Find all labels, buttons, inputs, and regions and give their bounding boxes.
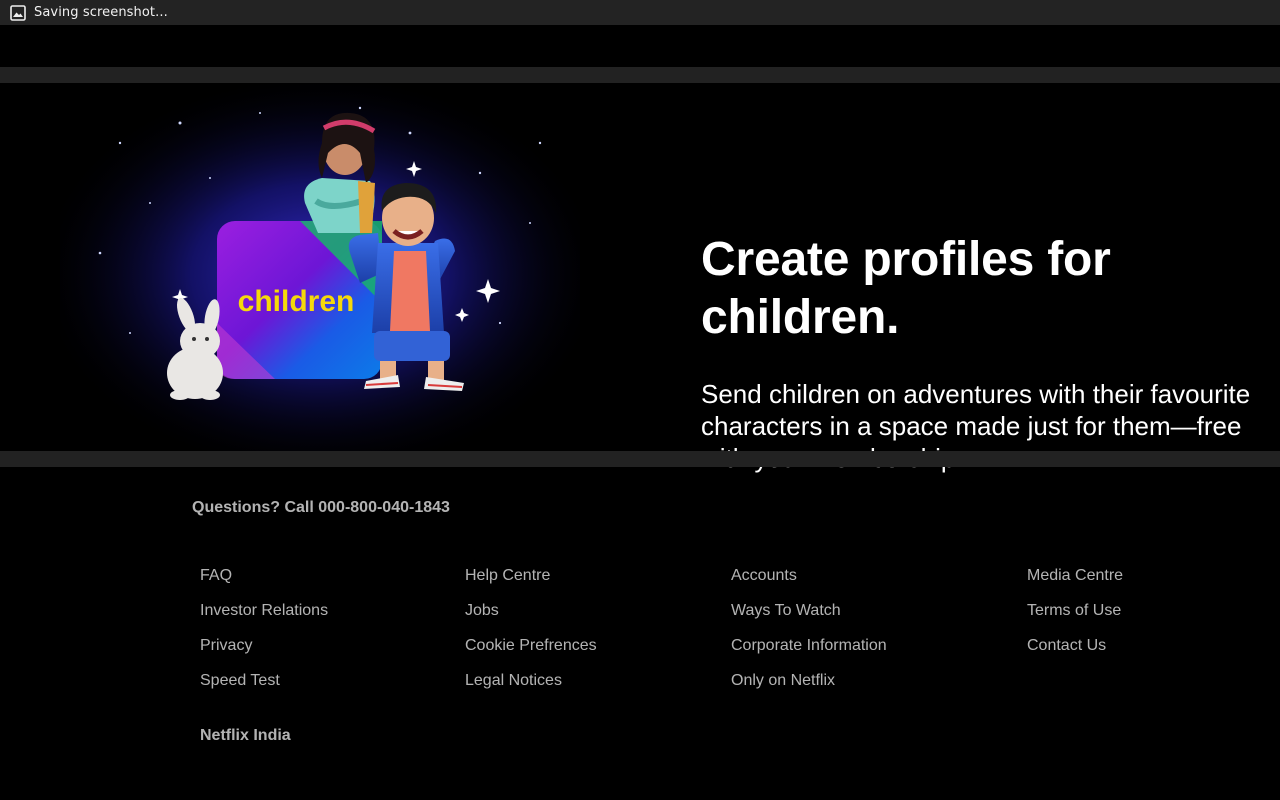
contact-phone[interactable]: Questions? Call 000-800-040-1843 — [192, 499, 450, 517]
section-divider — [0, 67, 1280, 83]
kids-illustration: children — [60, 83, 580, 451]
footer-link-contact-us[interactable]: Contact Us — [1027, 637, 1106, 655]
footer-link-speed-test[interactable]: Speed Test — [200, 672, 280, 690]
footer-link-cookie-preferences[interactable]: Cookie Prefrences — [465, 637, 597, 655]
country-label: Netflix India — [200, 727, 291, 744]
section-divider — [0, 451, 1280, 467]
footer-link-only-on-netflix[interactable]: Only on Netflix — [731, 672, 835, 690]
footer-link-corporate-information[interactable]: Corporate Information — [731, 637, 887, 655]
art-label: children — [238, 285, 355, 318]
kids-profile-section: children Create profiles for children. S… — [0, 83, 1280, 473]
footer-link-terms-of-use[interactable]: Terms of Use — [1027, 602, 1121, 620]
status-text: Saving screenshot... — [34, 5, 168, 20]
footer-link-jobs[interactable]: Jobs — [465, 602, 499, 620]
footer-link-privacy[interactable]: Privacy — [200, 637, 252, 655]
footer-link-faq[interactable]: FAQ — [200, 567, 232, 585]
status-bar: Saving screenshot... — [0, 0, 1280, 25]
footer-link-media-centre[interactable]: Media Centre — [1027, 567, 1123, 585]
footer: Questions? Call 000-800-040-1843 FAQ Inv… — [0, 467, 1280, 800]
footer-link-ways-to-watch[interactable]: Ways To Watch — [731, 602, 841, 620]
footer-link-accounts[interactable]: Accounts — [731, 567, 797, 585]
image-icon — [10, 4, 26, 21]
footer-link-investor-relations[interactable]: Investor Relations — [200, 602, 328, 620]
footer-link-help-centre[interactable]: Help Centre — [465, 567, 550, 585]
footer-link-legal-notices[interactable]: Legal Notices — [465, 672, 562, 690]
section-title: Create profiles for children. — [701, 233, 1111, 344]
